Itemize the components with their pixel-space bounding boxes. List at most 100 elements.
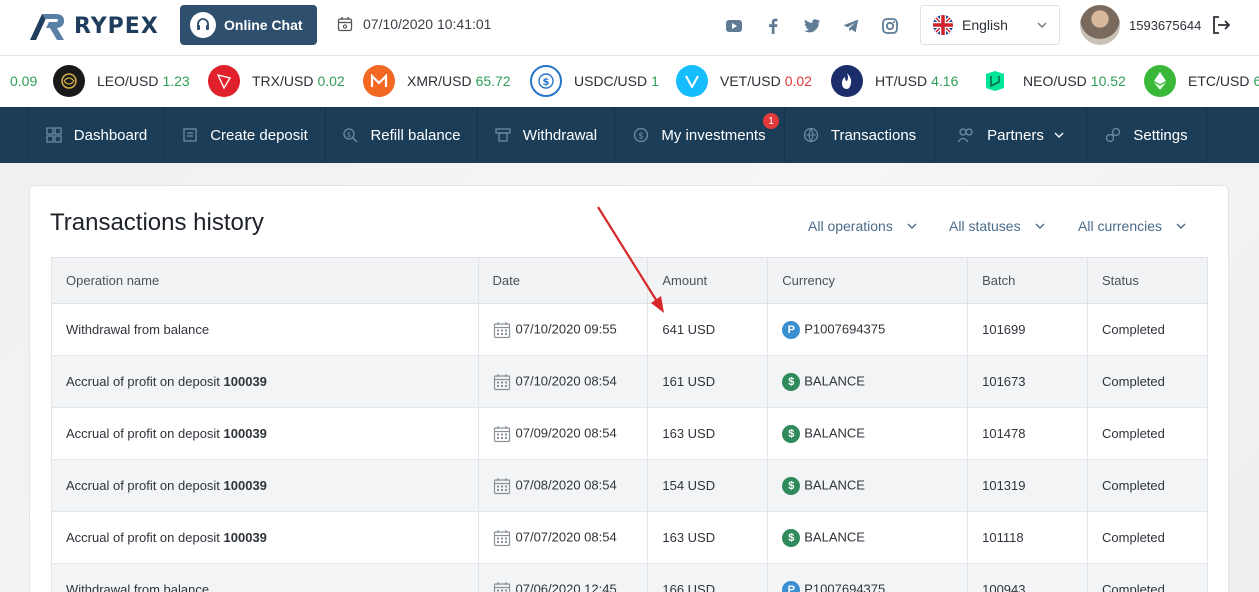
- ticker-item-etc: ETC/USD 6: [1144, 65, 1259, 97]
- ticker-item-ht: HT/USD 4.16: [831, 65, 958, 97]
- cell-status: Completed: [1087, 511, 1208, 564]
- nav-withdrawal[interactable]: Withdrawal: [478, 107, 615, 163]
- cell-batch: 101699: [967, 303, 1089, 356]
- nav-label: Withdrawal: [522, 126, 598, 144]
- date-text: 07/08/2020 08:54: [515, 476, 617, 492]
- telegram-icon[interactable]: [841, 16, 861, 36]
- ticker-item-xmr: XMR/USD 65.72: [363, 65, 511, 97]
- nav-settings[interactable]: Settings: [1087, 107, 1207, 163]
- deposit-number[interactable]: 100039: [224, 426, 267, 441]
- column-header-amount[interactable]: Amount: [647, 257, 769, 304]
- ticker-pair: ETC/USD: [1188, 73, 1250, 89]
- column-header-status[interactable]: Status: [1087, 257, 1208, 304]
- logo[interactable]: RYPEX: [28, 10, 159, 42]
- nav-label: Partners: [987, 126, 1044, 144]
- calendar-icon: [493, 425, 511, 443]
- language-select[interactable]: English: [920, 5, 1060, 45]
- cell-currency: $ BALANCE: [767, 511, 969, 564]
- leo-coin-icon: [53, 65, 85, 97]
- nav-my-investments[interactable]: $ My investments 1: [615, 107, 785, 163]
- filter-label: All statuses: [949, 218, 1021, 234]
- operation-text: Withdrawal from balance: [66, 582, 210, 592]
- filter-operations[interactable]: All operations: [808, 218, 917, 234]
- deposit-number[interactable]: 100039: [224, 530, 267, 545]
- deposit-number[interactable]: 100039: [224, 374, 267, 389]
- filter-currencies[interactable]: All currencies: [1078, 218, 1186, 234]
- nav-label: Dashboard: [73, 126, 148, 144]
- ticker-pair: HT/USD: [875, 73, 928, 89]
- logout-icon[interactable]: [1211, 15, 1231, 35]
- ticker-value: 0.02: [317, 73, 345, 89]
- currency-text: P1007694375: [804, 580, 886, 592]
- deposit-number[interactable]: 100039: [224, 478, 267, 493]
- svg-text:$: $: [347, 131, 351, 139]
- investments-icon: $: [634, 127, 649, 143]
- twitter-icon[interactable]: [802, 16, 822, 36]
- transactions-table: Operation name Date Amount Currency Batc…: [51, 257, 1208, 592]
- nav-label: Transactions: [830, 126, 917, 144]
- filter-statuses[interactable]: All statuses: [949, 218, 1045, 234]
- ticker-pair: USDC/USD: [574, 73, 648, 89]
- column-header-date[interactable]: Date: [477, 257, 649, 304]
- top-header: RYPEX Online Chat 07/10/2020 10:41:01 En…: [0, 0, 1259, 56]
- nav-label: My investments: [661, 126, 766, 144]
- cell-batch: 101673: [967, 355, 1089, 408]
- notification-badge: 1: [763, 113, 779, 129]
- chevron-down-icon: [1176, 223, 1186, 229]
- cell-date: 07/08/2020 08:54: [477, 459, 649, 512]
- calendar-icon: [493, 581, 511, 592]
- content-area: Transactions history All operations All …: [0, 163, 1259, 592]
- svg-text:$: $: [543, 77, 550, 88]
- ticker-item-leo: LEO/USD 1.23: [53, 65, 190, 97]
- ticker-item-0: 0.09: [6, 66, 37, 96]
- ticker-value: 1: [651, 73, 659, 89]
- calendar-icon: [493, 529, 511, 547]
- cell-operation: Accrual of profit on deposit 100039: [51, 459, 479, 512]
- table-row: Accrual of profit on deposit 100039 07/07…: [51, 511, 1208, 564]
- social-links: [724, 16, 919, 36]
- facebook-icon[interactable]: [763, 16, 783, 36]
- cell-operation: Accrual of profit on deposit 100039: [51, 511, 479, 564]
- nav-partners[interactable]: Partners: [935, 107, 1087, 163]
- filter-label: All operations: [808, 218, 893, 234]
- cell-date: 07/10/2020 09:55: [477, 303, 649, 356]
- headset-icon: [190, 12, 216, 38]
- youtube-icon[interactable]: [724, 16, 744, 36]
- currency-text: BALANCE: [804, 528, 865, 544]
- chevron-down-icon: [1035, 223, 1045, 229]
- table-row: Withdrawal from balance 07/06/2020 12:45 1…: [51, 563, 1208, 592]
- nav-refill-balance[interactable]: $ Refill balance: [326, 107, 478, 163]
- balance-dollar-icon: $: [782, 476, 801, 495]
- current-datetime: 07/10/2020 10:41:01: [337, 16, 491, 32]
- instagram-icon[interactable]: [880, 16, 900, 36]
- nav-create-deposit[interactable]: Create deposit: [165, 107, 326, 163]
- column-header-batch[interactable]: Batch: [967, 257, 1089, 304]
- cell-amount: 166 USD: [647, 563, 769, 592]
- table-row: Accrual of profit on deposit 100039 07/10…: [51, 355, 1208, 408]
- cell-status: Completed: [1087, 563, 1208, 592]
- settings-icon: [1106, 127, 1121, 143]
- calendar-icon: [337, 17, 353, 32]
- cell-date: 07/06/2020 12:45: [477, 563, 649, 592]
- cell-amount: 163 USD: [647, 511, 769, 564]
- table-header-row: Operation name Date Amount Currency Batc…: [51, 257, 1208, 304]
- currency-text: BALANCE: [804, 424, 865, 440]
- filter-label: All currencies: [1078, 218, 1163, 234]
- calendar-icon: [493, 373, 511, 391]
- nav-dashboard[interactable]: Dashboard: [29, 107, 165, 163]
- online-chat-button[interactable]: Online Chat: [180, 5, 317, 45]
- user-id: 1593675644: [1129, 18, 1202, 33]
- cell-status: Completed: [1087, 303, 1208, 356]
- cell-currency: P P1007694375: [767, 303, 969, 356]
- nav-transactions[interactable]: Transactions: [785, 107, 935, 163]
- date-text: 07/07/2020 08:54: [515, 528, 617, 544]
- ticker-pair: TRX/USD: [252, 73, 314, 89]
- transactions-icon: [803, 127, 818, 143]
- column-header-currency[interactable]: Currency: [767, 257, 969, 304]
- deposit-icon: [183, 128, 197, 142]
- column-header-operation[interactable]: Operation name: [51, 257, 479, 304]
- etc-coin-icon: [1144, 65, 1176, 97]
- cell-amount: 161 USD: [647, 355, 769, 408]
- user-avatar[interactable]: [1080, 5, 1120, 45]
- chevron-down-icon: [1037, 22, 1047, 28]
